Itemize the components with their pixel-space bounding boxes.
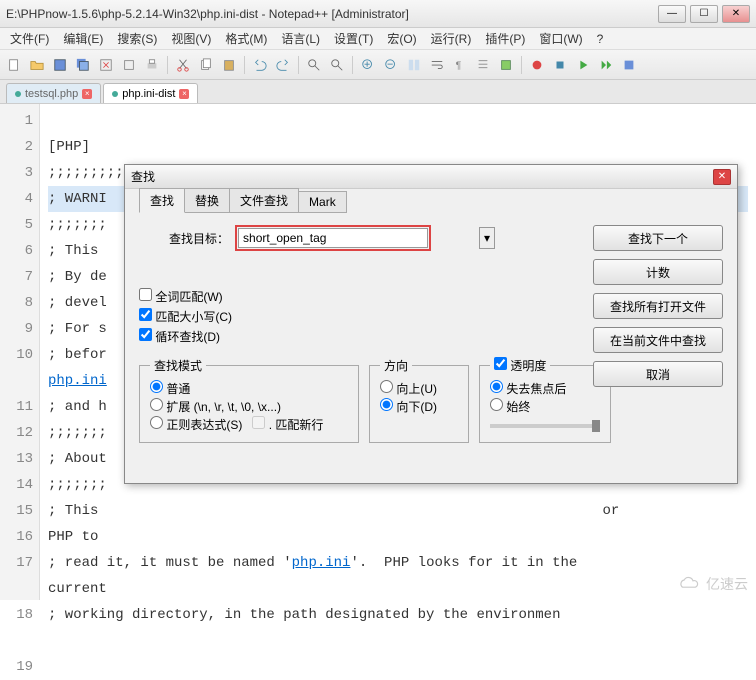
replace-icon[interactable]	[327, 55, 347, 75]
dialog-buttons: 查找下一个 计数 查找所有打开文件 在当前文件中查找 取消	[593, 225, 723, 387]
print-icon[interactable]	[142, 55, 162, 75]
dropdown-icon[interactable]: ▾	[479, 227, 495, 249]
menu-format[interactable]: 格式(M)	[219, 28, 273, 49]
tab-label: testsql.php	[25, 88, 78, 100]
menu-file[interactable]: 文件(F)	[4, 28, 55, 49]
folder-margin-icon[interactable]	[496, 55, 516, 75]
redo-icon[interactable]	[273, 55, 293, 75]
mode-extended-radio[interactable]: 扩展 (\n, \r, \t, \0, \x...)	[150, 398, 348, 416]
indent-guide-icon[interactable]	[473, 55, 493, 75]
svg-text:¶: ¶	[456, 59, 462, 71]
tab-phpini[interactable]: php.ini-dist ×	[103, 83, 198, 103]
cut-icon[interactable]	[173, 55, 193, 75]
file-icon	[15, 91, 21, 97]
zoom-out-icon[interactable]	[381, 55, 401, 75]
dialog-titlebar[interactable]: 查找 ✕	[125, 165, 737, 189]
dir-up-radio[interactable]: 向上(U)	[380, 380, 458, 398]
save-icon[interactable]	[50, 55, 70, 75]
save-all-icon[interactable]	[73, 55, 93, 75]
maximize-button[interactable]: ☐	[690, 5, 718, 23]
tab-testsql[interactable]: testsql.php ×	[6, 83, 101, 103]
menu-view[interactable]: 视图(V)	[165, 28, 217, 49]
document-tabs: testsql.php × php.ini-dist ×	[0, 80, 756, 104]
record-macro-icon[interactable]	[527, 55, 547, 75]
window-titlebar: E:\PHPnow-1.5.6\php-5.2.14-Win32\php.ini…	[0, 0, 756, 28]
menu-run[interactable]: 运行(R)	[425, 28, 478, 49]
close-button[interactable]: ✕	[722, 5, 750, 23]
mode-regex-radio[interactable]: 正则表达式(S) . 匹配新行	[150, 416, 348, 434]
tab-mark[interactable]: Mark	[298, 191, 347, 213]
menu-edit[interactable]: 编辑(E)	[57, 28, 109, 49]
menu-help[interactable]: ?	[591, 30, 610, 48]
watermark: 亿速云	[676, 574, 748, 594]
close-all-icon[interactable]	[119, 55, 139, 75]
transparency-group: 透明度 失去焦点后 始终	[479, 357, 611, 443]
find-next-button[interactable]: 查找下一个	[593, 225, 723, 251]
dir-down-radio[interactable]: 向下(D)	[380, 398, 458, 416]
transparency-checkbox	[494, 357, 507, 370]
find-all-open-button[interactable]: 查找所有打开文件	[593, 293, 723, 319]
cancel-button[interactable]: 取消	[593, 361, 723, 387]
play-macro-icon[interactable]	[573, 55, 593, 75]
dialog-tabs: 查找 替换 文件查找 Mark	[125, 189, 737, 213]
find-dialog: 查找 ✕ 查找 替换 文件查找 Mark 查找目标： ▾ 查找下一个 计数 查找…	[124, 164, 738, 484]
window-controls: — ☐ ✕	[658, 5, 750, 23]
tab-close-icon[interactable]: ×	[82, 89, 92, 99]
wordwrap-icon[interactable]	[427, 55, 447, 75]
save-macro-icon[interactable]	[619, 55, 639, 75]
menu-settings[interactable]: 设置(T)	[328, 28, 379, 49]
zoom-in-icon[interactable]	[358, 55, 378, 75]
window-title: E:\PHPnow-1.5.6\php-5.2.14-Win32\php.ini…	[6, 7, 658, 21]
count-button[interactable]: 计数	[593, 259, 723, 285]
file-icon	[112, 91, 118, 97]
undo-icon[interactable]	[250, 55, 270, 75]
show-all-chars-icon[interactable]: ¶	[450, 55, 470, 75]
dialog-close-icon[interactable]: ✕	[713, 169, 731, 185]
tab-replace[interactable]: 替换	[184, 188, 230, 213]
trans-always-radio[interactable]: 始终	[490, 398, 600, 416]
find-icon[interactable]	[304, 55, 324, 75]
menu-search[interactable]: 搜索(S)	[111, 28, 163, 49]
close-file-icon[interactable]	[96, 55, 116, 75]
tab-findfiles[interactable]: 文件查找	[229, 188, 299, 213]
mode-normal-radio[interactable]: 普通	[150, 380, 348, 398]
transparency-slider[interactable]	[490, 424, 600, 428]
new-file-icon[interactable]	[4, 55, 24, 75]
sync-scroll-icon[interactable]	[404, 55, 424, 75]
tab-label: php.ini-dist	[122, 88, 175, 100]
direction-group: 方向 向上(U) 向下(D)	[369, 357, 469, 443]
tab-close-icon[interactable]: ×	[179, 89, 189, 99]
line-number-gutter: 12345678910 11121314151617 18 19	[0, 104, 40, 600]
dialog-body: 查找目标： ▾ 查找下一个 计数 查找所有打开文件 在当前文件中查找 取消 全词…	[125, 213, 737, 483]
highlight-box	[235, 225, 431, 251]
menu-macro[interactable]: 宏(O)	[381, 28, 422, 49]
tab-find[interactable]: 查找	[139, 188, 185, 213]
menu-language[interactable]: 语言(L)	[275, 28, 326, 49]
find-current-file-button[interactable]: 在当前文件中查找	[593, 327, 723, 353]
trans-lostfocus-radio[interactable]: 失去焦点后	[490, 380, 600, 398]
minimize-button[interactable]: —	[658, 5, 686, 23]
paste-icon[interactable]	[219, 55, 239, 75]
dialog-title: 查找	[131, 168, 713, 185]
copy-icon[interactable]	[196, 55, 216, 75]
menu-plugins[interactable]: 插件(P)	[479, 28, 531, 49]
find-target-label: 查找目标：	[169, 230, 229, 247]
cloud-icon	[676, 576, 702, 592]
search-mode-group: 查找模式 普通 扩展 (\n, \r, \t, \0, \x...) 正则表达式…	[139, 357, 359, 443]
menu-window[interactable]: 窗口(W)	[533, 28, 588, 49]
playback-multi-icon[interactable]	[596, 55, 616, 75]
find-target-input[interactable]	[238, 228, 428, 248]
toolbar: ¶	[0, 50, 756, 80]
menu-bar: 文件(F) 编辑(E) 搜索(S) 视图(V) 格式(M) 语言(L) 设置(T…	[0, 28, 756, 50]
stop-macro-icon[interactable]	[550, 55, 570, 75]
open-file-icon[interactable]	[27, 55, 47, 75]
